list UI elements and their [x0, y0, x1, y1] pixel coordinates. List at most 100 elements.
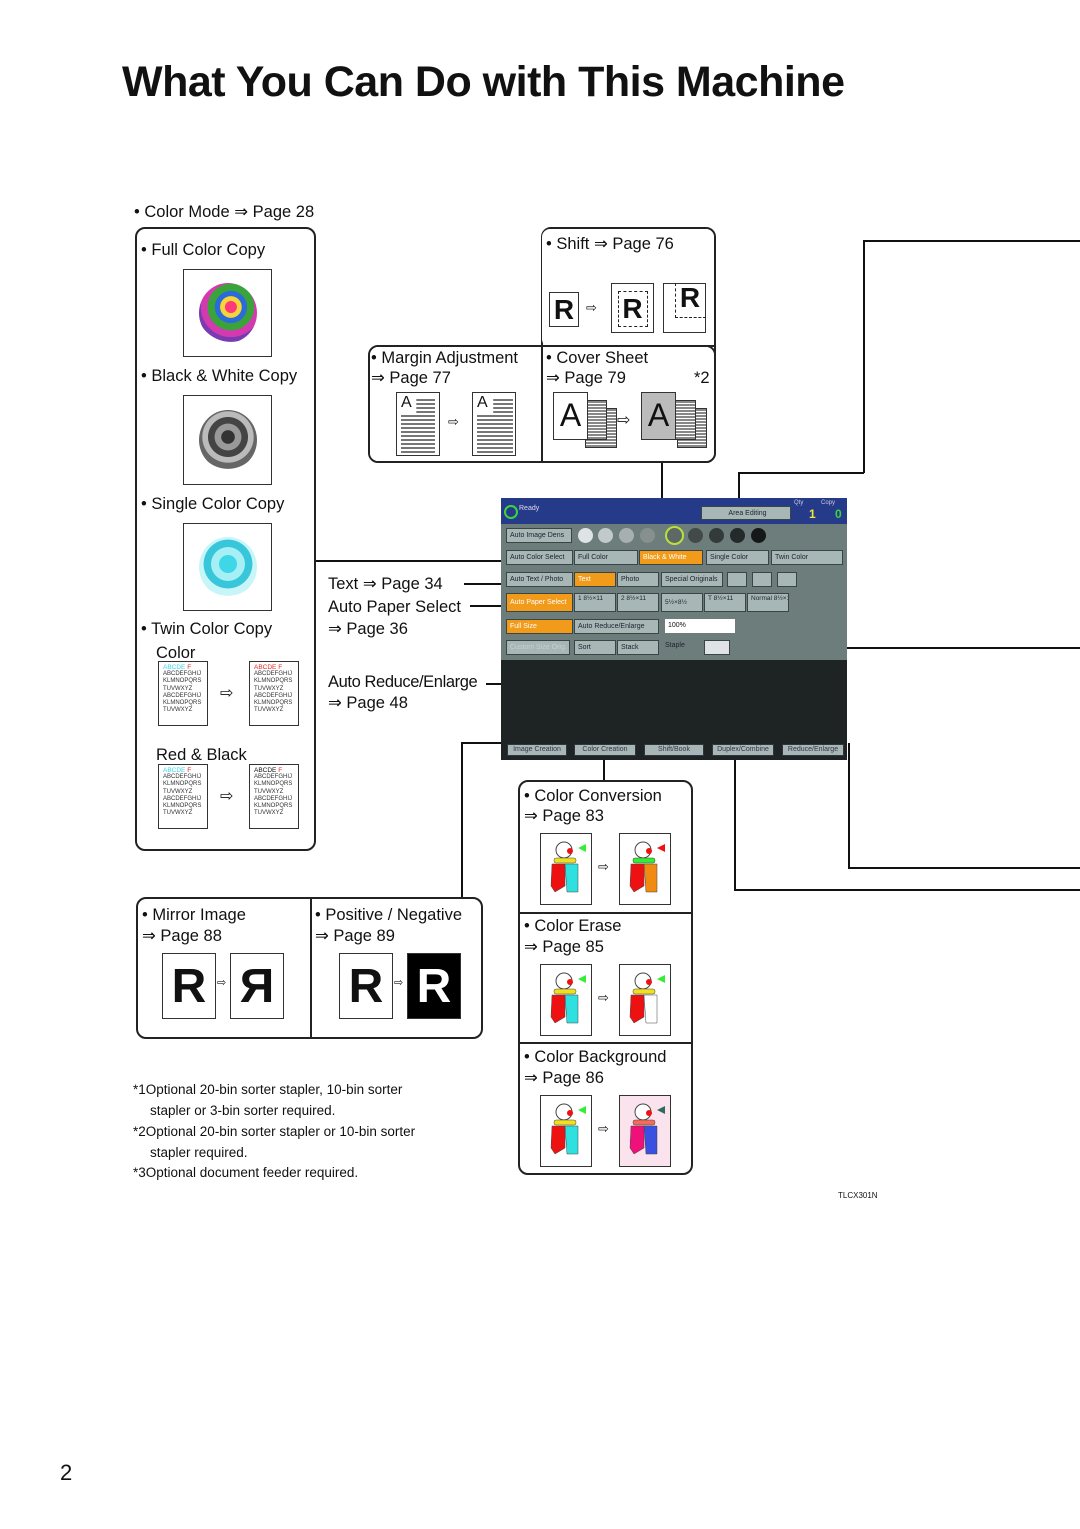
mirror-glyph: Я [239, 960, 275, 1013]
doc-line: ABCDEFGHIJ [254, 671, 293, 678]
doc-line: TUVWXYZ [163, 685, 193, 692]
divider [541, 345, 716, 347]
single-color-button[interactable]: Single Color [706, 550, 769, 565]
margin-original: A [396, 392, 440, 456]
convert-arrow-icon: ⇨ [217, 977, 227, 989]
tab-shift-book[interactable]: Shift/Book [644, 744, 704, 756]
density-level-4[interactable] [640, 528, 655, 543]
mirror-page: ⇒ Page 88 [142, 927, 222, 945]
density-level-1[interactable] [578, 528, 593, 543]
doc-line: ABCDEFGHIJ [163, 774, 202, 781]
orig-option-1-button[interactable] [727, 572, 747, 587]
doc-badge: F [278, 664, 283, 671]
auto-paper-select-button[interactable]: Auto Paper Select [506, 593, 573, 612]
paper-tray-2-button[interactable]: 2 8½×11 [617, 593, 659, 612]
cover-page: ⇒ Page 79 [546, 369, 626, 387]
footnote-2-cont: stapler required. [150, 1145, 248, 1160]
density-level-7[interactable] [709, 528, 724, 543]
orig-option-2-button[interactable] [752, 572, 772, 587]
convert-arrow-icon: ⇨ [617, 412, 631, 429]
footnote-1-cont: stapler or 3-bin sorter required. [150, 1103, 336, 1118]
density-level-3[interactable] [619, 528, 634, 543]
auto-text-photo-button[interactable]: Auto Text / Photo [506, 572, 573, 587]
color-mode-heading: • Color Mode ⇒ Page 28 [134, 203, 315, 221]
doc-line: KLMNOPQRS [163, 781, 202, 788]
doc-line: TUVWXYZ [163, 788, 193, 795]
custom-size-orig-button[interactable]: Custom Size Orig. [506, 640, 570, 655]
tab-image-creation[interactable]: Image Creation [507, 744, 567, 756]
color-erase-page: ⇒ Page 85 [524, 938, 604, 956]
footnote-text: Optional 20-bin sorter stapler or 10-bin… [145, 1124, 416, 1139]
twin-color-sub-color: Color [156, 644, 196, 662]
convert-arrow-icon: ⇨ [220, 685, 234, 702]
qty-value: 1 [809, 507, 816, 521]
doc-line: ABCDEFGHIJ [163, 692, 202, 699]
doc-line: TUVWXYZ [254, 810, 284, 817]
tab-color-creation[interactable]: Color Creation [574, 744, 636, 756]
color-conversion-result [619, 833, 671, 905]
tab-reduce-enlarge[interactable]: Reduce/Enlarge [782, 744, 844, 756]
paper-bypass-button[interactable]: Normal 8½×11 [747, 593, 789, 612]
text-button[interactable]: Text [574, 572, 616, 587]
aps-callout-page: ⇒ Page 36 [328, 620, 408, 638]
convert-arrow-icon: ⇨ [598, 1121, 609, 1136]
doc-line: ABCDEFGHIJ [254, 692, 293, 699]
density-level-5-selected[interactable] [665, 526, 684, 545]
special-originals-button[interactable]: Special Originals [661, 572, 723, 587]
stack-button[interactable]: Stack [617, 640, 659, 655]
flower-bouquet-image [199, 283, 257, 343]
mirror-original: R [162, 953, 216, 1019]
density-level-6[interactable] [688, 528, 703, 543]
sort-button[interactable]: Sort [574, 640, 616, 655]
ratio-display: 100% [665, 619, 735, 633]
area-editing-button[interactable]: Area Editing [701, 506, 791, 520]
mirror-result: Я [230, 953, 284, 1019]
density-level-9[interactable] [751, 528, 766, 543]
paper-tray-3-button[interactable]: 5½×8½ [661, 593, 703, 612]
shift-original: R [549, 292, 579, 327]
auto-reduce-enlarge-button[interactable]: Auto Reduce/Enlarge [574, 619, 659, 634]
doc-line: TUVWXYZ [163, 707, 193, 714]
orig-option-3-button[interactable] [777, 572, 797, 587]
cover-title: • Cover Sheet [546, 349, 649, 367]
tab-duplex-combine[interactable]: Duplex/Combine [712, 744, 774, 756]
density-level-8[interactable] [730, 528, 745, 543]
footnote-2: *2Optional 20-bin sorter stapler or 10-b… [133, 1122, 415, 1142]
color-erase-original [540, 964, 592, 1036]
twin-color-result-doc: ABCDE F ABCDEFGHIJ KLMNOPQRS TUVWXYZ ABCDEF… [249, 661, 299, 726]
full-size-button[interactable]: Full Size [506, 619, 573, 634]
are-callout-page: ⇒ Page 48 [328, 694, 408, 712]
full-color-button[interactable]: Full Color [574, 550, 638, 565]
doc-header: ABCDE [163, 664, 186, 671]
text-callout: Text ⇒ Page 34 [328, 575, 443, 593]
convert-arrow-icon: ⇨ [598, 990, 609, 1005]
single-color-sample [183, 523, 272, 611]
doc-line: ABCDEFGHIJ [254, 795, 293, 802]
doc-line: ABCDEFGHIJ [163, 671, 202, 678]
photo-button[interactable]: Photo [617, 572, 659, 587]
paper-tray-t-button[interactable]: T 8½×11 [704, 593, 746, 612]
black-white-button[interactable]: Black & White [639, 550, 703, 565]
red-black-result-doc: ABCDE F ABCDEFGHIJ KLMNOPQRS TUVWXYZ ABCDEF… [249, 764, 299, 829]
color-background-original [540, 1095, 592, 1167]
doc-line: ABCDEFGHIJ [254, 774, 293, 781]
copier-control-panel: Ready Area Editing Qty 1 Copy 0 Auto Ima… [501, 498, 847, 760]
status-text: Ready [519, 505, 540, 512]
full-color-sample [183, 269, 272, 357]
staple-position-button[interactable] [704, 640, 730, 655]
posneg-original: R [339, 953, 393, 1019]
convert-arrow-icon: ⇨ [586, 300, 597, 315]
auto-color-select-button[interactable]: Auto Color Select [506, 550, 573, 565]
auto-image-density-button[interactable]: Auto Image Dens [506, 528, 572, 543]
color-conversion-title: • Color Conversion [524, 787, 662, 805]
color-background-page: ⇒ Page 86 [524, 1069, 604, 1087]
convert-arrow-icon: ⇨ [448, 414, 459, 429]
paper-tray-1-button[interactable]: 1 8½×11 [574, 593, 616, 612]
twin-color-button[interactable]: Twin Color [771, 550, 843, 565]
doc-header: ABCDE [254, 767, 277, 774]
doc-line: KLMNOPQRS [254, 678, 293, 685]
margin-page: ⇒ Page 77 [371, 369, 451, 387]
density-level-2[interactable] [598, 528, 613, 543]
color-erase-title: • Color Erase [524, 917, 622, 935]
posneg-result: R [407, 953, 461, 1019]
